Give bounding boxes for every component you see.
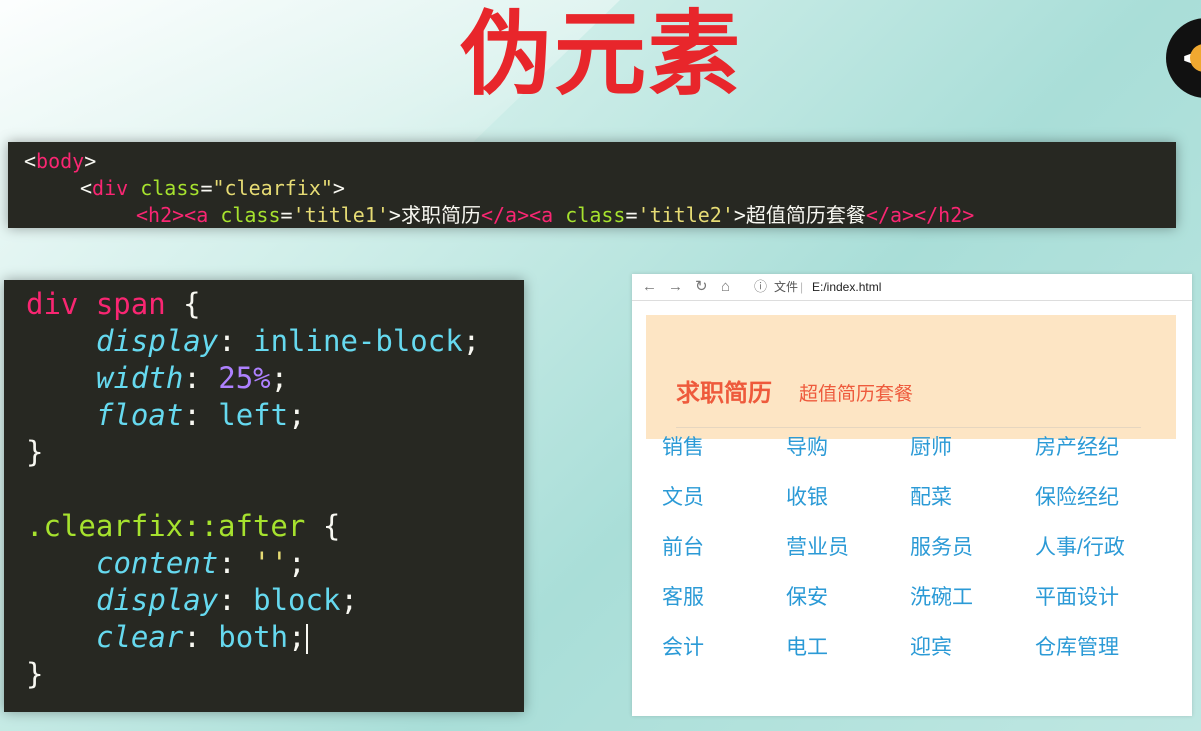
css-rule2-selector: .clearfix::after { <box>26 508 340 545</box>
code-line-body: <body> <box>24 148 96 174</box>
job-link[interactable]: 电工 <box>786 631 828 661</box>
code-token: = <box>625 203 638 227</box>
job-link[interactable]: 前台 <box>662 531 704 561</box>
css-property: float <box>96 398 184 432</box>
job-link[interactable]: 厨师 <box>910 431 952 461</box>
css-selector: .clearfix::after <box>26 509 306 543</box>
job-link[interactable]: 导购 <box>786 431 828 461</box>
job-link[interactable]: 配菜 <box>910 481 952 511</box>
css-decl: float: left; <box>96 398 306 432</box>
code-token: </a> <box>865 203 915 227</box>
css-property: width <box>96 361 184 395</box>
code-token: class <box>565 203 626 227</box>
css-value: '' <box>253 546 289 580</box>
css-value: both <box>218 620 289 654</box>
css-rule2-close: } <box>26 656 43 693</box>
job-link[interactable]: 销售 <box>662 431 704 461</box>
code-token: <a <box>184 203 209 227</box>
code-token: = <box>280 203 293 227</box>
css-value: 25% <box>218 361 271 395</box>
code-token: > <box>733 203 746 227</box>
code-token: 'title1' <box>292 203 389 227</box>
job-link[interactable]: 平面设计 <box>1035 581 1119 611</box>
text-cursor <box>305 624 308 654</box>
job-link[interactable]: 仓库管理 <box>1035 631 1119 661</box>
job-link[interactable]: 客服 <box>662 581 704 611</box>
job-link[interactable]: 会计 <box>662 631 704 661</box>
css-value: block <box>253 583 341 617</box>
code-token: <a <box>529 203 554 227</box>
code-token: </a> <box>480 203 530 227</box>
title2-link[interactable]: 超值简历套餐 <box>799 379 913 406</box>
address-bar-url[interactable]: E:/index.html <box>812 278 881 296</box>
code-token: < <box>24 149 37 173</box>
code-token: 'title2' <box>637 203 734 227</box>
browser-window: ← → ↻ ⌂ ⓘ 文件 | E:/index.html 求职简历 超值简历套餐… <box>632 274 1192 716</box>
file-label: 文件 <box>774 280 799 294</box>
code-token: <h2> <box>136 203 185 227</box>
title1-link[interactable]: 求职简历 <box>676 373 772 408</box>
css-value: inline-block <box>253 324 463 358</box>
code-token: > <box>388 203 401 227</box>
header-divider <box>676 427 1141 428</box>
code-token: = <box>200 176 213 200</box>
code-line-div: <div class="clearfix"> <box>80 175 345 201</box>
html-code-editor[interactable]: <body> <div class="clearfix"> <h2><a cla… <box>8 142 1176 228</box>
code-token: </h2> <box>914 203 975 227</box>
css-property: display <box>96 324 219 358</box>
slide-title: 伪元素 <box>460 1 743 108</box>
info-icon[interactable]: ⓘ <box>754 277 767 297</box>
back-arrow-icon[interactable]: ← <box>642 277 657 297</box>
code-token: div <box>92 176 129 200</box>
job-link[interactable]: 迎宾 <box>910 631 952 661</box>
code-line-h2: <h2><a class='title1'>求职简历</a><a class='… <box>136 202 974 228</box>
code-token: class <box>140 176 201 200</box>
code-token: "clearfix" <box>212 176 333 200</box>
css-property: clear <box>96 620 184 654</box>
css-code-editor[interactable]: div span { display: inline-block; width:… <box>4 280 524 712</box>
css-decl: width: 25%; <box>96 361 289 395</box>
css-brace: } <box>26 657 44 691</box>
job-link[interactable]: 洗碗工 <box>910 581 973 611</box>
css-property: display <box>96 583 219 617</box>
css-rule1-selector: div span { <box>26 286 201 323</box>
home-icon[interactable]: ⌂ <box>721 277 730 297</box>
code-token: 求职简历 <box>400 203 481 227</box>
browser-toolbar: ← → ↻ ⌂ ⓘ 文件 | E:/index.html <box>632 274 1192 301</box>
url-divider: | <box>800 280 804 294</box>
job-link[interactable]: 服务员 <box>910 531 973 561</box>
code-token: > <box>332 176 345 200</box>
job-link[interactable]: 人事/行政 <box>1035 531 1125 561</box>
css-rule1-close: } <box>26 434 43 471</box>
css-decl: display: inline-block; <box>96 324 481 358</box>
code-token: body <box>36 149 85 173</box>
forward-arrow-icon[interactable]: → <box>668 277 683 297</box>
css-decl: clear: both; <box>96 620 308 654</box>
css-selector: div span <box>26 287 166 321</box>
reload-icon[interactable]: ↻ <box>695 277 708 297</box>
code-token: > <box>84 149 97 173</box>
css-decl: content: ''; <box>96 546 306 580</box>
css-decl: display: block; <box>96 583 358 617</box>
job-link[interactable]: 营业员 <box>786 531 849 561</box>
code-token: class <box>220 203 281 227</box>
code-token: < <box>80 176 93 200</box>
css-value: left <box>218 398 289 432</box>
css-brace: { <box>183 287 201 321</box>
css-brace: { <box>322 509 341 543</box>
code-token: 超值简历套餐 <box>745 203 866 227</box>
job-link[interactable]: 房产经纪 <box>1035 431 1119 461</box>
clearfix-header: 求职简历 超值简历套餐 <box>646 315 1176 439</box>
job-link[interactable]: 保安 <box>786 581 828 611</box>
job-link[interactable]: 收银 <box>786 481 828 511</box>
css-brace: } <box>26 435 44 469</box>
job-link[interactable]: 保险经纪 <box>1035 481 1119 511</box>
page-content: 求职简历 超值简历套餐 销售 导购 厨师 房产经纪 文员 收银 配菜 保险经纪 … <box>632 301 1192 716</box>
css-property: content <box>96 546 219 580</box>
job-link[interactable]: 文员 <box>662 481 704 511</box>
